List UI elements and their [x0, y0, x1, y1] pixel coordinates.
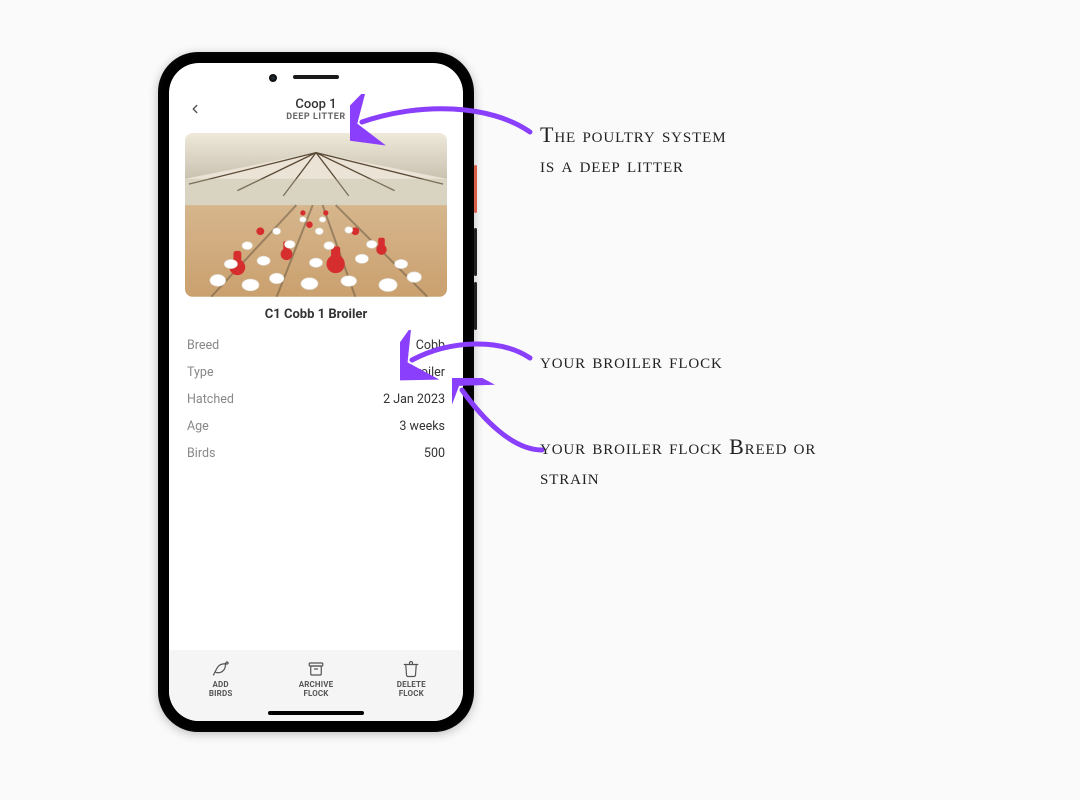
- page-title: Coop 1: [181, 97, 451, 112]
- status-bar: [169, 63, 463, 91]
- annotation-poultry-system: The poultry system is a deep litter: [540, 120, 870, 179]
- poultry-house-illustration: [185, 133, 447, 297]
- detail-value: 500: [424, 446, 445, 461]
- detail-value: 3 weeks: [399, 419, 445, 434]
- page-subtitle: DEEP LITTER: [181, 112, 451, 122]
- flock-details: Breed Cobb Type Broiler Hatched 2 Jan 20…: [169, 332, 463, 467]
- add-birds-button[interactable]: ADDBIRDS: [173, 660, 268, 699]
- phone-frame: Coop 1 DEEP LITTER: [158, 52, 474, 732]
- detail-label: Type: [187, 365, 214, 380]
- detail-row-birds: Birds 500: [187, 440, 445, 467]
- home-indicator: [169, 705, 463, 721]
- flock-photo[interactable]: [185, 133, 447, 297]
- detail-label: Hatched: [187, 392, 234, 407]
- volume-up-button: [474, 228, 477, 276]
- action-label: DELETEFLOCK: [397, 681, 426, 699]
- front-camera: [269, 74, 277, 82]
- bottom-action-bar: ADDBIRDS ARCHIVEFLOCK DELETEFLOCK: [169, 650, 463, 705]
- speaker-slot: [293, 75, 339, 79]
- bird-plus-icon: [212, 660, 230, 678]
- power-button: [474, 165, 477, 213]
- detail-row-breed: Breed Cobb: [187, 332, 445, 359]
- detail-row-type: Type Broiler: [187, 359, 445, 386]
- detail-value: Cobb: [416, 338, 445, 353]
- header-titles: Coop 1 DEEP LITTER: [181, 97, 451, 122]
- phone-screen: Coop 1 DEEP LITTER: [169, 63, 463, 721]
- detail-label: Age: [187, 419, 209, 434]
- action-label: ARCHIVEFLOCK: [299, 681, 334, 699]
- flock-title: C1 Cobb 1 Broiler: [169, 307, 463, 322]
- annotation-broiler-flock: your broiler flock: [540, 346, 860, 376]
- detail-value: Broiler: [409, 365, 445, 380]
- trash-icon: [402, 660, 420, 678]
- volume-down-button: [474, 282, 477, 330]
- action-label: ADDBIRDS: [209, 681, 233, 699]
- app-header: Coop 1 DEEP LITTER: [169, 91, 463, 129]
- detail-row-age: Age 3 weeks: [187, 413, 445, 440]
- detail-value: 2 Jan 2023: [383, 392, 445, 407]
- detail-label: Breed: [187, 338, 219, 353]
- archive-flock-button[interactable]: ARCHIVEFLOCK: [268, 660, 363, 699]
- archive-icon: [307, 660, 325, 678]
- annotation-breed-strain: your broiler flock Breed or strain: [540, 432, 880, 491]
- detail-row-hatched: Hatched 2 Jan 2023: [187, 386, 445, 413]
- delete-flock-button[interactable]: DELETEFLOCK: [364, 660, 459, 699]
- detail-label: Birds: [187, 446, 215, 461]
